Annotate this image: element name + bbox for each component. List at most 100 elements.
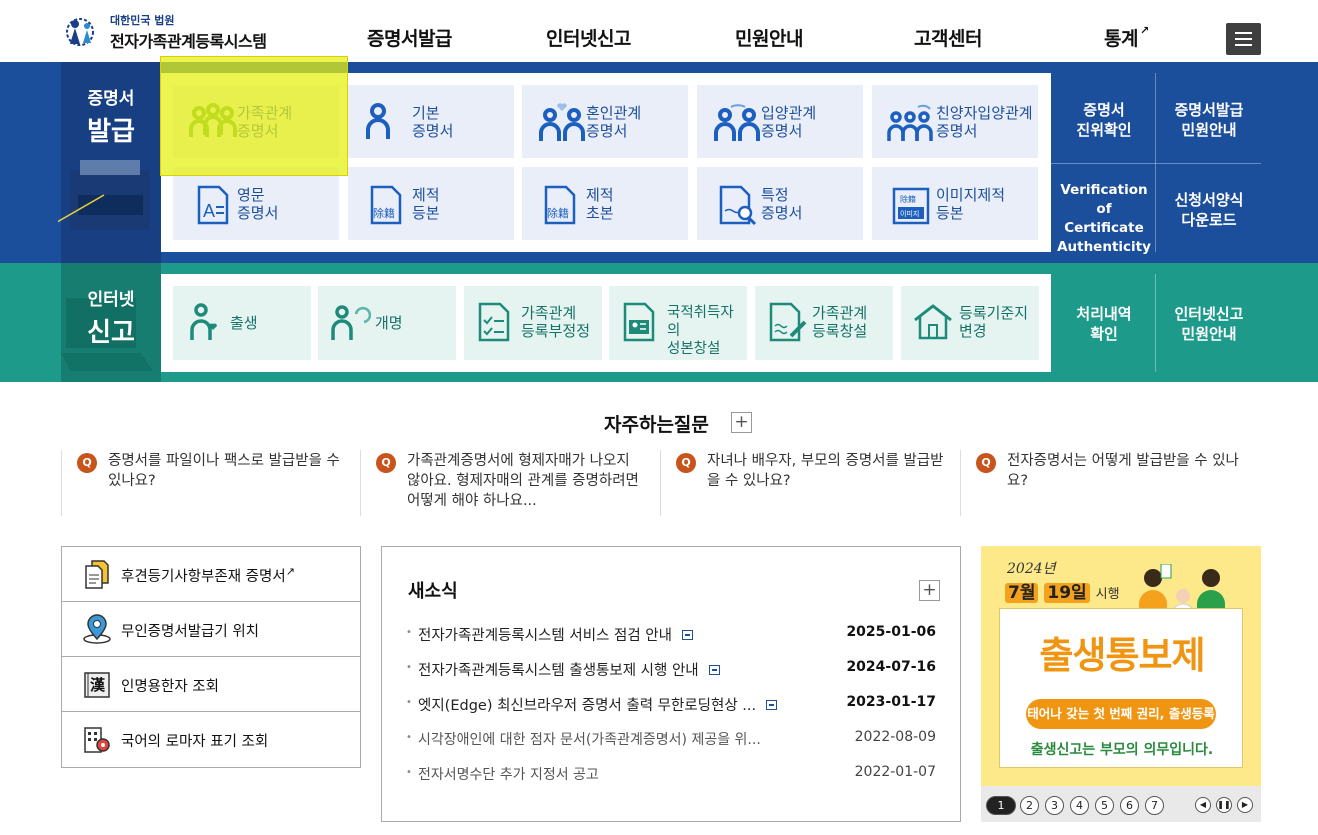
- faq-question-text: 증명서를 파일이나 팩스로 발급받을 수 있나요?: [108, 453, 340, 489]
- hanja-book-icon: 漢: [84, 672, 110, 698]
- svg-text:A: A: [203, 201, 215, 221]
- svg-text:除籍: 除籍: [900, 194, 916, 204]
- cert-verify-link[interactable]: 증명서 진위확인: [1056, 100, 1152, 140]
- faq-item[interactable]: Q 가족관계증명서에 형제자매가 나오지 않아요. 형제자매의 관계를 증명하려…: [361, 450, 661, 516]
- cert-issue-guide-link[interactable]: 증명서발급 민원안내: [1158, 100, 1260, 140]
- birth-icon: [190, 303, 217, 340]
- nav-civil-guide[interactable]: 민원안내: [735, 24, 803, 51]
- news-item[interactable]: • 시각장애인에 대한 점자 문서(가족관계증명서) 제공을 위... 2022…: [406, 729, 936, 751]
- cert-button-label: 특정 증명서: [761, 186, 803, 222]
- news-item[interactable]: • 전자서명수단 추가 지정서 공고 2022-01-07: [406, 764, 936, 786]
- quick-link-kiosk-location[interactable]: 무인증명서발급기 위치: [62, 602, 360, 657]
- report-naturalized-surname-button[interactable]: 국적취득자의 성본창설: [609, 286, 747, 360]
- svg-text:漢: 漢: [90, 676, 106, 694]
- report-guide-link[interactable]: 인터넷신고 민원안내: [1158, 304, 1260, 344]
- faq-q-badge: Q: [976, 453, 996, 473]
- news-more-button[interactable]: +: [919, 580, 940, 601]
- report-base-address-change-button[interactable]: 등록기준지 변경: [901, 286, 1039, 360]
- couple-heart-icon: [539, 103, 585, 141]
- divider: [1155, 274, 1156, 372]
- cert-image-removed-button[interactable]: 除籍 이미지 이미지제적 등본: [872, 167, 1038, 240]
- report-registration-create-button[interactable]: 가족관계 등록창설: [755, 286, 893, 360]
- cert-button-label: 혼인관계 증명서: [586, 104, 642, 140]
- nav-certificate-issue[interactable]: 증명서발급: [367, 24, 452, 51]
- banner-page-4[interactable]: 4: [1070, 796, 1089, 815]
- news-title: 새소식: [408, 581, 458, 602]
- application-form-download-link[interactable]: 신청서양식 다운로드: [1158, 190, 1260, 230]
- cert-adoption-button[interactable]: 입양관계 증명서: [697, 85, 863, 158]
- cert-specific-button[interactable]: 특정 증명서: [697, 167, 863, 240]
- quick-link-romanization[interactable]: 국어의 로마자 표기 조회: [62, 712, 360, 767]
- banner-page-3[interactable]: 3: [1045, 796, 1064, 815]
- faq-item[interactable]: Q 증명서를 파일이나 팩스로 발급받을 수 있나요?: [61, 450, 361, 516]
- person-icon: [366, 103, 390, 139]
- news-item-title: 전자서명수단 추가 지정서 공고: [418, 767, 599, 783]
- faq-item[interactable]: Q 전자증명서는 어떻게 발급받을 수 있나요?: [961, 450, 1261, 516]
- removed-register-icon: 除籍: [370, 185, 402, 225]
- side-title-small: 증명서: [87, 89, 135, 109]
- cert-button-label: 입양관계 증명서: [761, 104, 817, 140]
- banner-controls: 1 2 3 4 5 6 7 ◀ ❚❚ ▶: [981, 786, 1261, 822]
- news-item[interactable]: • 엣지(Edge) 최신브라우저 증명서 출력 무한로딩현상 ... 2023…: [406, 694, 936, 716]
- banner-page-1[interactable]: 1: [986, 796, 1016, 815]
- news-item-date: 2022-01-07: [854, 764, 936, 780]
- bullet: •: [406, 732, 412, 743]
- report-button-label: 국적취득자의 성본창설: [667, 305, 734, 357]
- report-side-title: 인터넷 신고: [61, 285, 161, 349]
- news-item-date: 2023-01-17: [846, 694, 936, 710]
- cert-family-relation-button[interactable]: 가족관계 증명서: [173, 85, 339, 158]
- news-title-text: 엣지(Edge) 최신브라우저 증명서 출력 무한로딩현상 ...: [418, 698, 757, 714]
- news-item[interactable]: • 전자가족관계등록시스템 출생통보제 시행 안내 2024-07-16: [406, 659, 936, 681]
- side-title-small: 인터넷: [87, 290, 135, 310]
- birth-notification-banner[interactable]: 2024년 7월 19일 시행 출생통보제 태어나 갖는 첫 번째 권리, 출생…: [981, 546, 1261, 822]
- report-status-link[interactable]: 처리내역 확인: [1056, 304, 1152, 344]
- cert-verify-english-link[interactable]: Verification of Certificate Authenticity: [1054, 181, 1154, 257]
- banner-prev-button[interactable]: ◀: [1195, 797, 1211, 813]
- external-link-icon: ↗: [1139, 24, 1149, 37]
- nav-statistics[interactable]: 통계 ↗: [1104, 24, 1149, 51]
- nav-internet-report[interactable]: 인터넷신고: [546, 24, 631, 51]
- news-item-title: 시각장애인에 대한 점자 문서(가족관계증명서) 제공을 위...: [418, 732, 761, 748]
- banner-pause-button[interactable]: ❚❚: [1216, 797, 1232, 813]
- cert-full-adoption-button[interactable]: 친양자입양관계 증명서: [872, 85, 1038, 158]
- cert-marriage-button[interactable]: 혼인관계 증명서: [522, 85, 688, 158]
- quick-link-label: 후견등기사항부존재 증명서↗: [121, 565, 295, 586]
- banner-page-6[interactable]: 6: [1120, 796, 1139, 815]
- banner-page-2[interactable]: 2: [1020, 796, 1039, 815]
- banner-next-button[interactable]: ▶: [1237, 797, 1253, 813]
- report-correction-button[interactable]: 가족관계 등록부정정: [464, 286, 602, 360]
- banner-headline: 출생통보제: [1039, 634, 1205, 677]
- divider: [1051, 163, 1261, 164]
- court-emblem-icon: [66, 18, 94, 46]
- report-button-label: 개명: [375, 314, 403, 332]
- cert-english-button[interactable]: A 영문 증명서: [173, 167, 339, 240]
- faq-title: 자주하는질문: [604, 414, 709, 436]
- cert-removed-abstract-button[interactable]: 除籍 제적 초본: [522, 167, 688, 240]
- site-header: 대한민국 법원 전자가족관계등록시스템 증명서발급 인터넷신고 민원안내 고객센…: [0, 0, 1318, 62]
- hamburger-menu-button[interactable]: [1226, 23, 1261, 55]
- quick-link-name-hanja[interactable]: 漢 인명용한자 조회: [62, 657, 360, 712]
- cert-basic-button[interactable]: 기본 증명서: [348, 85, 514, 158]
- banner-day: 19일: [1044, 583, 1090, 603]
- site-logo[interactable]: 대한민국 법원 전자가족관계등록시스템: [60, 10, 280, 54]
- quick-link-text: 후견등기사항부존재 증명서: [121, 569, 286, 585]
- report-rename-button[interactable]: 개명: [318, 286, 456, 360]
- news-box: 새소식 + • 전자가족관계등록시스템 서비스 점검 안내 2025-01-06…: [381, 546, 961, 822]
- banner-page-5[interactable]: 5: [1095, 796, 1114, 815]
- banner-page-7[interactable]: 7: [1145, 796, 1164, 815]
- news-item[interactable]: • 전자가족관계등록시스템 서비스 점검 안내 2025-01-06: [406, 624, 936, 646]
- faq-question-text: 가족관계증명서에 형제자매가 나오지 않아요. 형제자매의 관계를 증명하려면 …: [407, 453, 639, 509]
- banner-month: 7월: [1005, 583, 1039, 603]
- faq-item[interactable]: Q 자녀나 배우자, 부모의 증명서를 발급받을 수 있나요?: [661, 450, 961, 516]
- nav-customer-center[interactable]: 고객센터: [914, 24, 982, 51]
- cert-removed-copy-button[interactable]: 除籍 제적 등본: [348, 167, 514, 240]
- report-birth-button[interactable]: 출생: [173, 286, 311, 360]
- faq-q-badge: Q: [376, 453, 396, 473]
- adoption-couple-icon: [714, 104, 760, 141]
- faq-more-button[interactable]: +: [731, 412, 752, 433]
- quick-link-label: 인명용한자 조회: [121, 679, 219, 695]
- banner-tagline: 출생신고는 부모의 의무입니다.: [1030, 742, 1214, 758]
- quick-link-guardianship[interactable]: 후견등기사항부존재 증명서↗: [62, 547, 360, 602]
- faq-question-text: 전자증명서는 어떻게 발급받을 수 있나요?: [1007, 453, 1239, 489]
- new-post-icon: [766, 700, 778, 710]
